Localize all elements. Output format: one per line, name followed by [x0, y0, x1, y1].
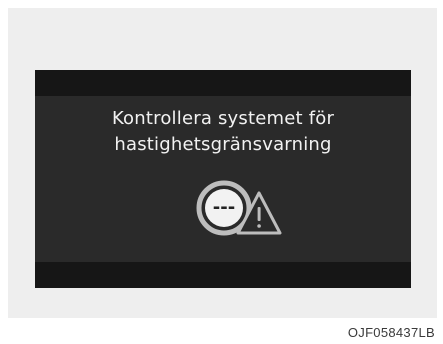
figure-code: OJF058437LB — [347, 325, 435, 340]
warning-message: Kontrollera systemet för hastighetsgräns… — [35, 106, 411, 158]
speed-limit-warning-icon-group: --- — [195, 178, 285, 242]
warning-message-line-1: Kontrollera systemet för — [111, 108, 335, 129]
warning-message-area: Kontrollera systemet för hastighetsgräns… — [35, 96, 411, 262]
display-bottom-strip — [35, 262, 411, 288]
cluster-display: Kontrollera systemet för hastighetsgräns… — [35, 70, 411, 288]
display-top-strip — [35, 70, 411, 96]
warning-message-line-2: hastighetsgränsvarning — [114, 134, 332, 155]
speed-limit-placeholder: --- — [213, 197, 235, 218]
